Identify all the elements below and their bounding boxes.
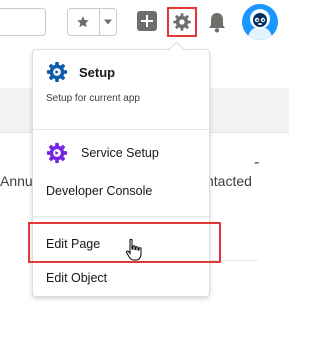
star-icon bbox=[77, 16, 90, 28]
menu-divider bbox=[33, 129, 209, 130]
menu-item-developer-console[interactable]: Developer Console bbox=[46, 184, 152, 198]
gear-icon bbox=[173, 13, 191, 31]
menu-item-service-setup[interactable]: Service Setup bbox=[46, 142, 159, 164]
menu-divider bbox=[33, 216, 209, 217]
global-search-input[interactable] bbox=[0, 8, 46, 36]
menu-item-edit-object-label: Edit Object bbox=[46, 271, 108, 285]
menu-setup-item[interactable]: Setup bbox=[46, 61, 115, 83]
chevron-down-icon bbox=[103, 19, 112, 25]
user-avatar[interactable] bbox=[242, 4, 278, 40]
setup-gear-icon bbox=[46, 61, 68, 83]
background-field-label-right: ntacted bbox=[206, 173, 252, 189]
global-actions-plus-icon[interactable] bbox=[137, 11, 157, 31]
menu-item-developer-console-label: Developer Console bbox=[46, 184, 153, 198]
astro-avatar-icon bbox=[242, 4, 278, 40]
hand-pointer-cursor-icon bbox=[125, 238, 142, 261]
menu-item-service-setup-label: Service Setup bbox=[81, 146, 159, 160]
menu-item-edit-object[interactable]: Edit Object bbox=[46, 271, 107, 285]
favorites-dropdown-button[interactable] bbox=[100, 9, 116, 35]
menu-setup-title: Setup bbox=[79, 64, 116, 80]
menu-setup-subtitle: Setup for current app bbox=[46, 93, 140, 104]
bell-icon[interactable] bbox=[207, 11, 227, 33]
setup-gear-button[interactable] bbox=[167, 7, 197, 37]
background-field-label-left: Annu bbox=[0, 173, 33, 189]
service-setup-icon bbox=[46, 142, 68, 164]
favorites-button-group bbox=[67, 8, 117, 36]
favorites-star-button[interactable] bbox=[68, 9, 100, 35]
field-value-dash: - bbox=[254, 154, 260, 171]
